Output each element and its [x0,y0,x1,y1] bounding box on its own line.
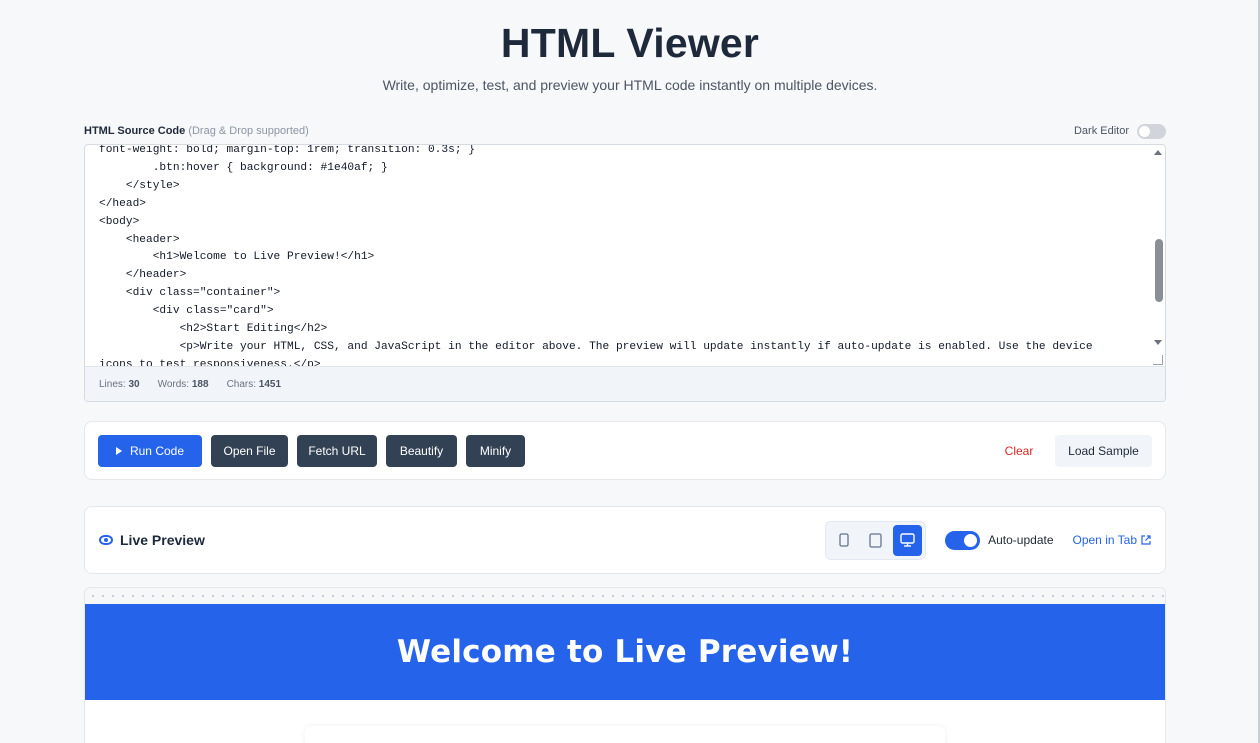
run-code-button[interactable]: Run Code [98,434,202,467]
code-editor[interactable]: font-weight: bold; margin-top: 1rem; tra… [84,144,1166,402]
auto-update-label: Auto-update [988,533,1054,547]
chars-count: 1451 [258,378,282,390]
auto-update-switch[interactable] [945,530,981,550]
code-line: <div class="card"> [99,305,274,318]
open-in-tab-link[interactable]: Open in Tab [1073,533,1152,547]
clear-button[interactable]: Clear [991,435,1047,467]
code-line: <div class="container"> [99,287,281,300]
tablet-device-button[interactable] [861,525,890,556]
auto-update-toggle-group: Auto-update [945,530,1054,550]
page-title: HTML Viewer [500,20,760,66]
code-line: </head> [99,197,146,210]
resize-handle-icon[interactable] [1153,355,1163,365]
scroll-down-arrow-icon[interactable] [1154,340,1162,345]
chars-stat: Chars: 1451 [227,379,281,390]
drag-drop-hint: (Drag & Drop supported) [188,125,309,137]
play-icon [115,446,122,455]
code-line: .btn:hover { background: #1e40af; } [99,161,388,174]
mobile-icon [838,533,849,547]
editor-scrollbar[interactable] [1151,145,1165,367]
page-subtitle: Write, optimize, test, and preview your … [382,77,878,93]
preview-header: Live Preview Auto-update Open in Tab [84,506,1166,574]
minify-button[interactable]: Minify [466,434,525,467]
code-line: <h1>Welcome to Live Preview!</h1> [99,251,375,264]
tablet-icon [869,532,882,548]
eye-icon [99,535,113,545]
lines-stat: Lines: 30 [99,379,140,390]
dark-editor-switch[interactable] [1137,123,1166,139]
page-header: HTML Viewer Write, optimize, test, and p… [0,0,1260,93]
open-in-tab-label: Open in Tab [1072,533,1138,547]
code-line: <h2>Start Editing</h2> [99,323,328,336]
editor-header: HTML Source Code (Drag & Drop supported)… [84,121,1166,141]
code-line: <header> [99,233,180,246]
lines-label: Lines: [99,378,126,390]
fetch-url-button[interactable]: Fetch URL [297,434,377,467]
open-file-button[interactable]: Open File [211,434,288,467]
dark-editor-toggle-group: Dark Editor [1073,123,1166,139]
source-code-label-text: HTML Source Code [84,125,186,137]
load-sample-button[interactable]: Load Sample [1055,434,1152,467]
frame-top-bar [85,588,1165,604]
scrollbar-thumb[interactable] [1155,239,1163,302]
preview-banner: Welcome to Live Preview! [85,604,1165,700]
code-line: font-weight: bold; margin-top: 1rem; tra… [99,145,475,156]
device-switcher [825,520,927,560]
mobile-device-button[interactable] [829,525,858,556]
words-label: Words: [157,378,190,390]
code-line: </header> [99,269,187,282]
editor-stats: Lines: 30 Words: 188 Chars: 1451 [85,366,1165,401]
chars-label: Chars: [226,378,257,390]
desktop-icon [900,533,915,547]
run-code-label: Run Code [129,443,185,458]
source-code-label: HTML Source Code (Drag & Drop supported) [84,125,309,137]
code-line: <p>Write your HTML, CSS, and JavaScript … [99,340,1093,353]
lines-count: 30 [128,378,140,390]
code-line: </style> [99,179,180,192]
code-content: font-weight: bold; margin-top: 1rem; tra… [99,145,1151,367]
dark-editor-label: Dark Editor [1073,125,1129,137]
action-toolbar: Run Code Open File Fetch URL Beautify Mi… [84,421,1166,480]
code-line: <body> [99,215,140,228]
external-link-icon [1141,535,1151,545]
scroll-up-arrow-icon[interactable] [1154,150,1162,155]
preview-card [305,726,945,743]
beautify-button[interactable]: Beautify [386,434,457,467]
desktop-device-button[interactable] [893,524,923,556]
preview-frame[interactable]: Welcome to Live Preview! [84,587,1166,743]
words-stat: Words: 188 [158,379,209,390]
live-preview-title: Live Preview [120,532,205,548]
preview-heading: Welcome to Live Preview! [396,634,854,670]
words-count: 188 [191,378,209,390]
code-textarea[interactable]: font-weight: bold; margin-top: 1rem; tra… [85,145,1151,367]
